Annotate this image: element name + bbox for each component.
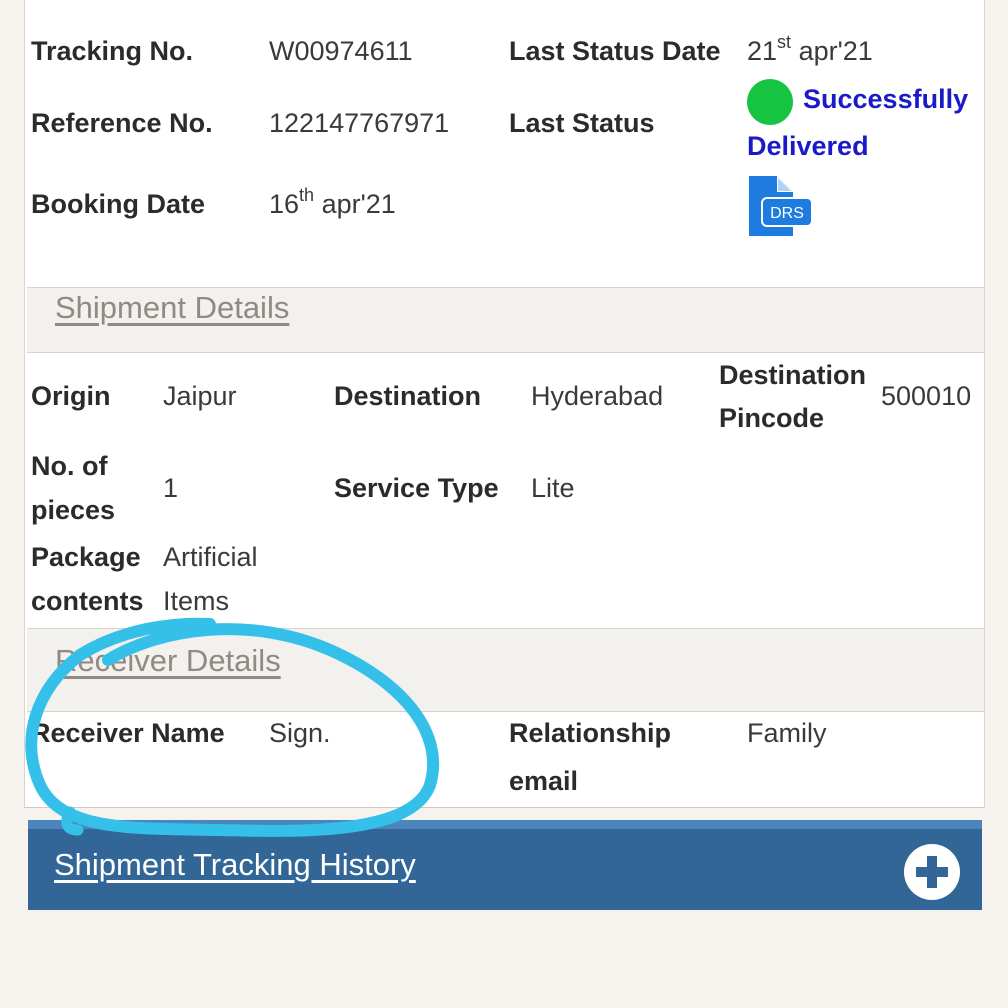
pieces-label-line1: No. of — [31, 451, 108, 481]
receiver-details-header[interactable]: Receiver Details — [27, 628, 984, 712]
last-status-date-label: Last Status Date — [509, 36, 721, 66]
tracking-no-label: Tracking No. — [31, 36, 194, 66]
shipment-details-header[interactable]: Shipment Details — [27, 287, 984, 353]
document-drs-icon[interactable]: DRS — [747, 174, 815, 238]
destination-value: Hyderabad — [531, 381, 664, 411]
shipment-tracking-history-bar[interactable]: Shipment Tracking History — [28, 820, 982, 910]
origin-label: Origin — [31, 381, 111, 411]
status-dot-icon — [747, 79, 793, 125]
pieces-value: 1 — [163, 473, 179, 503]
receiver-details-title[interactable]: Receiver Details — [55, 643, 281, 679]
destination-pincode-label-line2: Pincode — [719, 403, 825, 433]
relationship-label: Relationship — [509, 718, 672, 748]
relationship-value: Family — [747, 718, 827, 748]
destination-label: Destination — [334, 381, 482, 411]
package-contents-value-line1: Artificial — [163, 542, 258, 572]
receiver-name-value: Sign. — [269, 718, 331, 748]
shipment-details-title[interactable]: Shipment Details — [55, 290, 289, 326]
pieces-label-line2: pieces — [31, 495, 116, 525]
booking-date-label: Booking Date — [31, 189, 206, 219]
destination-pincode-label-line1: Destination — [719, 360, 867, 390]
service-type-value: Lite — [531, 473, 575, 503]
service-type-label: Service Type — [334, 473, 499, 503]
drs-icon-label: DRS — [770, 205, 804, 222]
last-status-label: Last Status — [509, 108, 655, 138]
origin-value: Jaipur — [163, 381, 237, 411]
destination-pincode-value: 500010 — [881, 381, 972, 411]
package-contents-value-line2: Items — [163, 586, 230, 616]
reference-no-value: 122147767971 — [269, 108, 450, 138]
plus-circle-icon[interactable] — [904, 844, 960, 900]
package-contents-label-line2: contents — [31, 586, 144, 616]
receiver-name-label: Receiver Name — [31, 718, 225, 748]
email-label: email — [509, 766, 579, 796]
last-status-date-value: 21st apr'21 — [747, 32, 873, 66]
reference-no-label: Reference No. — [31, 108, 213, 138]
shipment-card: Tracking No. W00974611 Reference No. 122… — [24, 0, 985, 808]
shipment-tracking-history-title[interactable]: Shipment Tracking History — [54, 847, 416, 883]
package-contents-label-line1: Package — [31, 542, 141, 572]
tracking-no-value: W00974611 — [269, 36, 413, 66]
last-status-value-line1[interactable]: Successfully — [803, 84, 968, 115]
booking-date-value: 16th apr'21 — [269, 185, 396, 219]
last-status-value-line2[interactable]: Delivered — [747, 131, 869, 162]
